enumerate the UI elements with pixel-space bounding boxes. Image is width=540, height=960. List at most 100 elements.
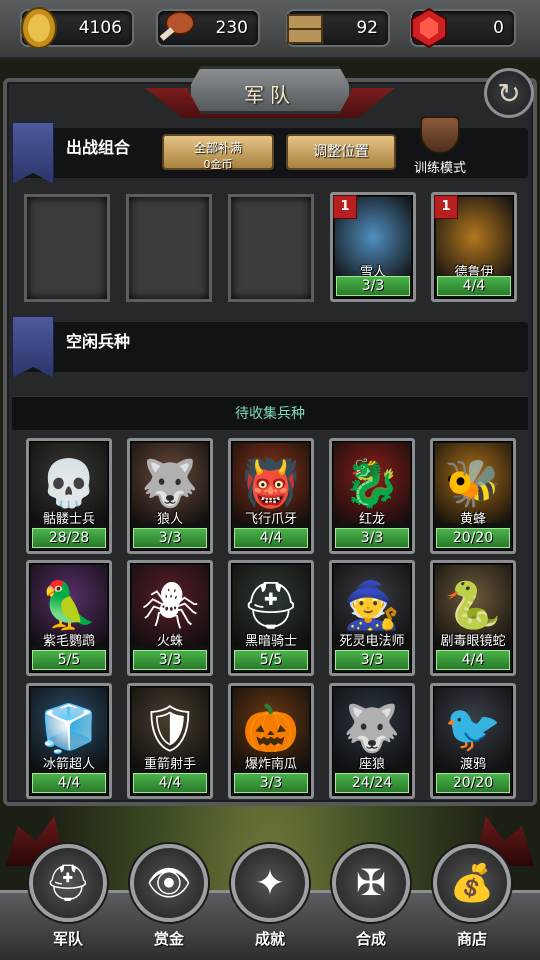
unit-card[interactable]: 👹 飞行爪牙 4/4 — [228, 438, 314, 554]
unit-card[interactable]: ⛑ 黑暗骑士 5/5 — [228, 560, 314, 676]
unit-count: 3/3 — [133, 650, 207, 670]
unit-name: 狼人 — [156, 512, 183, 527]
battle-group-title: 出战组合 — [66, 138, 131, 157]
gem-counter: 0 — [410, 7, 516, 49]
army-screen: 4106 230 92 0 军队 ↻ 出战组合 全部补满 0金币 调整位置 训练… — [0, 0, 540, 960]
unit-count: 3/3 — [133, 528, 207, 548]
knight-icon-glyph: ⛑ — [241, 577, 301, 632]
unit-count: 24/24 — [335, 773, 409, 793]
unit-card[interactable]: 🧙 死灵电法师 3/3 — [329, 560, 415, 676]
deployed-unit-card[interactable]: 1 雪人 3/3 — [330, 192, 416, 302]
unit-card[interactable]: 🐍 剧毒眼镜蛇 4/4 — [430, 560, 516, 676]
deployed-unit-card[interactable]: 1 德鲁伊 4/4 — [431, 192, 517, 302]
unit-card[interactable]: 💀 骷髅士兵 28/28 — [26, 438, 112, 554]
unit-count: 20/20 — [436, 773, 510, 793]
unit-count: 4/4 — [437, 276, 511, 296]
imp-icon-glyph: 👹 — [242, 455, 300, 510]
unit-card[interactable]: 🦜 紫毛鹦鹉 5/5 — [26, 560, 112, 676]
refresh-button[interactable]: ↻ — [484, 68, 534, 118]
idle-units-title: 空闲兵种 — [66, 332, 131, 351]
bag-icon: 💰 — [433, 844, 511, 922]
adjust-position-label: 调整位置 — [313, 144, 369, 160]
level-badge: 1 — [434, 195, 458, 219]
unit-name: 红龙 — [358, 512, 385, 527]
nav-item-eye[interactable]: 👁 赏金 — [129, 844, 209, 949]
nav-item-knot[interactable]: ✠ 合成 — [331, 844, 411, 949]
unit-name: 座狼 — [358, 757, 385, 772]
fill-all-button[interactable]: 全部补满 0金币 — [162, 134, 274, 171]
unit-card[interactable]: 🐺 狼人 3/3 — [127, 438, 213, 554]
wasp-icon-glyph: 🐝 — [444, 455, 502, 510]
nav-item-helmet[interactable]: ⛑ 军队 — [28, 844, 108, 949]
dragon-icon-glyph: 🐉 — [343, 455, 401, 510]
to-collect-header: 待收集兵种 — [12, 396, 528, 430]
raven-icon-glyph: 🐦 — [444, 700, 502, 755]
unit-card[interactable]: 🕷 火蛛 3/3 — [127, 560, 213, 676]
knot-icon: ✠ — [332, 844, 410, 922]
training-mode-label: 训练模式 — [413, 161, 466, 176]
unit-name: 剧毒眼镜蛇 — [440, 634, 506, 649]
nav-label: 赏金 — [153, 930, 184, 948]
nav-label: 成就 — [254, 930, 285, 948]
blue-banner-icon — [12, 316, 54, 378]
unit-card[interactable]: 🧊 冰箭超人 4/4 — [26, 683, 112, 799]
gold-counter: 4106 — [20, 7, 134, 49]
unit-card[interactable]: 🐦 渡鸦 20/20 — [430, 683, 516, 799]
meat-icon — [159, 11, 195, 41]
level-badge: 1 — [333, 195, 357, 219]
unit-count: 4/4 — [436, 650, 510, 670]
unit-card[interactable]: 🐉 红龙 3/3 — [329, 438, 415, 554]
unit-name: 爆炸南瓜 — [244, 757, 297, 772]
unit-card[interactable]: 🛡 重箭射手 4/4 — [127, 683, 213, 799]
gem-value: 0 — [493, 18, 504, 38]
unit-count: 4/4 — [32, 773, 106, 793]
warg-icon-glyph: 🐺 — [343, 700, 401, 755]
unit-name: 重箭射手 — [143, 757, 196, 772]
nav-item-compass-star[interactable]: ✦ 成就 — [230, 844, 310, 949]
bag-icon-glyph: 💰 — [449, 863, 495, 904]
werewolf-icon-glyph: 🐺 — [141, 455, 199, 510]
gold-coin-icon — [21, 7, 57, 49]
empty-slot[interactable] — [228, 194, 314, 302]
necromancer-icon-glyph: 🧙 — [343, 577, 401, 632]
wood-value: 92 — [356, 18, 378, 38]
idle-units-header: 空闲兵种 — [12, 316, 528, 378]
ice-archer-icon-glyph: 🧊 — [40, 700, 98, 755]
unit-name: 火蛛 — [156, 634, 183, 649]
pumpkin-icon-glyph: 🎃 — [242, 700, 300, 755]
training-mode-button[interactable]: 训练模式 — [410, 116, 470, 176]
fill-all-cost: 0金币 — [203, 158, 233, 171]
unit-name: 紫毛鹦鹉 — [42, 634, 95, 649]
empty-slot[interactable] — [24, 194, 110, 302]
unit-count: 3/3 — [335, 528, 409, 548]
training-shield-icon — [420, 116, 460, 154]
unit-card[interactable]: 🎃 爆炸南瓜 3/3 — [228, 683, 314, 799]
bottom-nav: ⛑ 军队 👁 赏金 ✦ 成就 ✠ 合成 💰 商店 — [0, 816, 540, 960]
unit-name: 冰箭超人 — [42, 757, 95, 772]
unit-count: 5/5 — [234, 650, 308, 670]
unit-count: 3/3 — [335, 650, 409, 670]
wood-counter: 92 — [286, 9, 390, 47]
meat-counter: 230 — [156, 9, 260, 47]
nav-item-bag[interactable]: 💰 商店 — [432, 844, 512, 949]
unit-card[interactable]: 🐝 黄蜂 20/20 — [430, 438, 516, 554]
helmet-icon-glyph: ⛑ — [45, 863, 91, 904]
compass-star-icon-glyph: ✦ — [254, 862, 286, 904]
nav-label: 商店 — [456, 930, 487, 948]
wood-crate-icon — [287, 14, 323, 44]
adjust-position-button[interactable]: 调整位置 — [286, 134, 396, 170]
nav-label: 合成 — [355, 930, 386, 948]
unit-name: 骷髅士兵 — [42, 512, 95, 527]
unit-name: 黄蜂 — [459, 512, 486, 527]
unit-count: 4/4 — [234, 528, 308, 548]
heavy-archer-icon-glyph: 🛡 — [140, 700, 200, 755]
eye-icon: 👁 — [130, 844, 208, 922]
unit-name: 死灵电法师 — [339, 634, 405, 649]
compass-star-icon: ✦ — [231, 844, 309, 922]
ruby-icon — [411, 7, 447, 49]
unit-count: 3/3 — [234, 773, 308, 793]
empty-slot[interactable] — [126, 194, 212, 302]
unit-count: 28/28 — [32, 528, 106, 548]
unit-card[interactable]: 🐺 座狼 24/24 — [329, 683, 415, 799]
skull-icon-glyph: 💀 — [40, 455, 98, 510]
